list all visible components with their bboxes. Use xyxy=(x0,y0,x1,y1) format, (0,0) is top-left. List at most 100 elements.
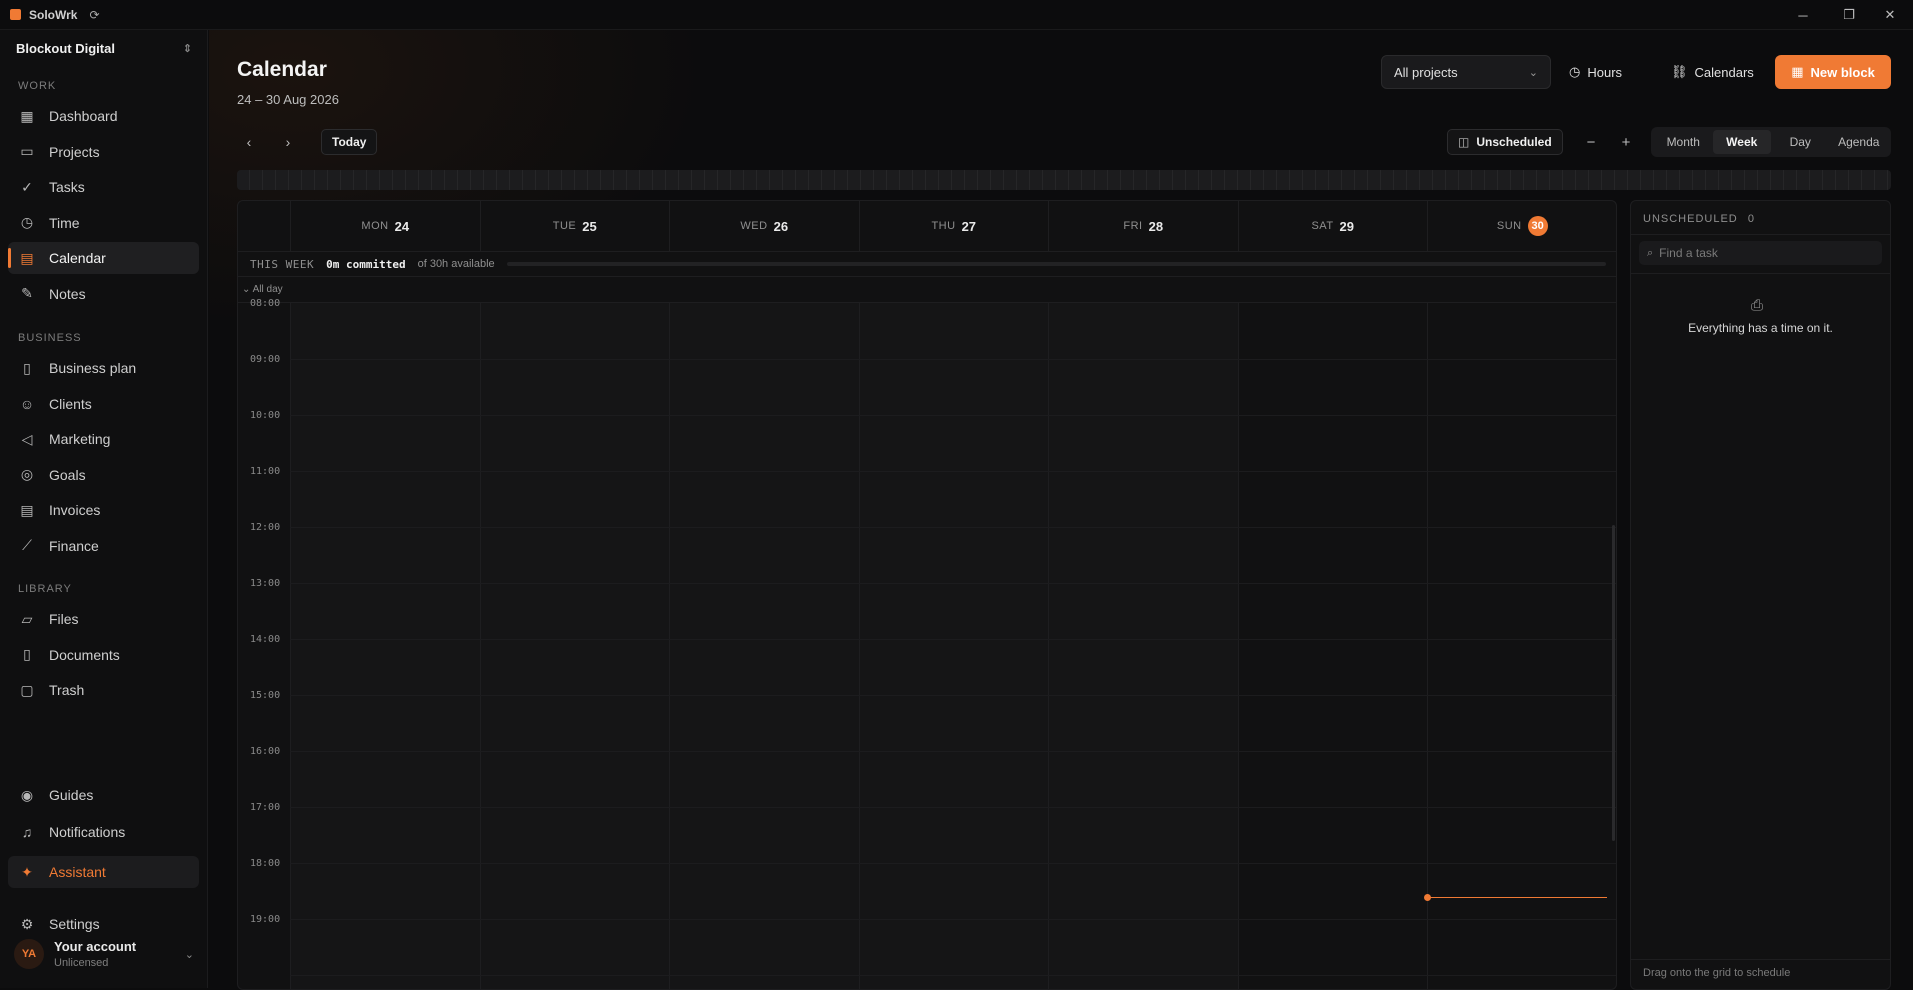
unscheduled-header: UNSCHEDULED 0 xyxy=(1643,213,1755,225)
day-column-fri[interactable] xyxy=(1048,303,1238,989)
sidebar-item-business-plan[interactable]: ▯ Business plan xyxy=(8,352,199,384)
hour-grid[interactable]: 08:00 09:00 10:00 11:00 12:00 13:00 14:00 15:00… xyxy=(238,298,1616,989)
zoom-in-button[interactable]: + xyxy=(1614,130,1638,154)
close-button[interactable]: ✕ xyxy=(1867,0,1913,30)
project-filter-value: All projects xyxy=(1394,64,1458,80)
week-timeline-scrubber[interactable] xyxy=(237,170,1891,190)
sidebar-item-notes[interactable]: ✎ Notes xyxy=(8,278,199,310)
all-day-row[interactable]: ⌄ All day xyxy=(238,277,1616,303)
project-filter-select[interactable]: All projects ⌄ xyxy=(1381,55,1551,89)
sidebar-item-documents[interactable]: ▯ Documents xyxy=(8,639,199,671)
today-button[interactable]: Today xyxy=(321,129,378,155)
app-title: SoloWrk xyxy=(29,7,78,22)
day-date: 28 xyxy=(1148,218,1164,234)
calendars-button[interactable]: ⛓ Calendars xyxy=(1661,55,1764,89)
sidebar-item-guides[interactable]: ◉ Guides xyxy=(8,779,199,811)
hour-label: 16:00 xyxy=(250,746,281,757)
all-day-toggle[interactable]: ⌄ All day xyxy=(242,284,283,295)
page-title: Calendar xyxy=(237,58,327,81)
date-range: 24 – 30 Aug 2026 xyxy=(237,92,339,107)
day-header-tue[interactable]: TUE 25 xyxy=(479,201,670,251)
committed-time: 0m committed xyxy=(326,257,406,271)
sidebar-item-notifications[interactable]: ♫ Notifications xyxy=(8,816,199,848)
hour-label: 19:00 xyxy=(250,914,281,925)
sidebar-item-files[interactable]: ▱ Files xyxy=(8,603,199,635)
view-tab-month[interactable]: Month xyxy=(1654,130,1713,154)
sidebar-item-trash[interactable]: ▢ Trash xyxy=(8,674,199,706)
title-bar: SoloWrk ⟳ ─ ❐ ✕ xyxy=(0,0,1913,30)
day-header-sat[interactable]: SAT 29 xyxy=(1237,201,1428,251)
day-date: 27 xyxy=(961,218,977,234)
book-icon: ▯ xyxy=(23,359,31,376)
sidebar-item-label: Tasks xyxy=(49,179,85,195)
reload-icon[interactable]: ⟳ xyxy=(89,8,99,22)
hour-gridline xyxy=(290,471,1616,472)
day-column-wed[interactable] xyxy=(669,303,859,989)
sidebar-item-label: Goals xyxy=(49,466,86,483)
day-column-thu[interactable] xyxy=(858,303,1048,989)
hour-label: 09:00 xyxy=(250,354,281,365)
day-header-thu[interactable]: THU 27 xyxy=(858,201,1049,251)
day-header-wed[interactable]: WED 26 xyxy=(669,201,859,251)
day-column-mon[interactable] xyxy=(290,303,480,989)
sidebar-item-invoices[interactable]: ▤ Invoices xyxy=(8,494,199,526)
minimize-button[interactable]: ─ xyxy=(1780,0,1826,30)
today-date-badge: 30 xyxy=(1527,216,1548,236)
empty-state-message: Everything has a time on it. xyxy=(1688,321,1833,335)
day-column-tue[interactable] xyxy=(479,303,669,989)
sidebar-item-dashboard[interactable]: ▦ Dashboard xyxy=(8,100,199,132)
calendars-label: Calendars xyxy=(1694,64,1754,80)
grid-scrollbar[interactable] xyxy=(1612,525,1615,841)
sidebar-item-label: Documents xyxy=(49,646,120,663)
day-name: THU xyxy=(931,220,956,232)
bell-icon: ♫ xyxy=(21,824,33,840)
main-content: Calendar 24 – 30 Aug 2026 All projects ⌄… xyxy=(209,30,1913,990)
all-day-label: All day xyxy=(252,284,283,295)
zoom-out-button[interactable]: − xyxy=(1579,130,1603,154)
target-icon: ◎ xyxy=(20,466,34,482)
sidebar-item-clients[interactable]: ☺ Clients xyxy=(8,388,199,420)
workspace-switcher[interactable]: Blockout Digital ⇕ xyxy=(16,41,192,56)
day-column-sun[interactable] xyxy=(1427,303,1616,989)
sidebar-item-time[interactable]: ◷ Time xyxy=(8,207,199,239)
hour-gridline xyxy=(290,751,1616,752)
sidebar-item-label: Guides xyxy=(49,787,94,803)
day-header-fri[interactable]: FRI 28 xyxy=(1048,201,1238,251)
new-block-button[interactable]: ▦ New block xyxy=(1775,55,1891,89)
sidebar-item-assistant[interactable]: ✦ Assistant xyxy=(8,856,199,888)
day-name: SAT xyxy=(1311,220,1334,232)
restore-button[interactable]: ❐ xyxy=(1826,0,1872,30)
sidebar-item-finance[interactable]: ⟋ Finance xyxy=(8,530,199,562)
sidebar-item-label: Projects xyxy=(49,143,100,160)
day-header-mon[interactable]: MON 24 xyxy=(290,201,480,251)
divider xyxy=(1631,234,1890,235)
next-week-button[interactable]: › xyxy=(276,130,300,154)
invoice-icon: ▤ xyxy=(20,501,34,518)
sidebar-item-label: Invoices xyxy=(49,502,101,518)
sidebar-item-tasks[interactable]: ✓ Tasks xyxy=(8,171,199,203)
task-search-input[interactable] xyxy=(1659,246,1860,260)
view-tab-agenda[interactable]: Agenda xyxy=(1830,130,1889,154)
unscheduled-toggle-button[interactable]: ◫ Unscheduled xyxy=(1447,129,1563,155)
sidebar-item-calendar[interactable]: ▤ Calendar xyxy=(8,242,199,274)
sidebar-item-projects[interactable]: ▭ Projects xyxy=(8,136,199,168)
task-search[interactable]: ⌕ xyxy=(1639,241,1882,265)
document-icon: ▯ xyxy=(23,646,31,662)
day-column-sat[interactable] xyxy=(1237,303,1428,989)
view-switcher: Month Week Day Agenda xyxy=(1651,127,1891,157)
sidebar-item-label: Clients xyxy=(49,395,92,412)
sidebar-item-marketing[interactable]: ◁ Marketing xyxy=(8,423,199,455)
sidebar-item-goals[interactable]: ◎ Goals xyxy=(8,459,199,491)
view-tab-day[interactable]: Day xyxy=(1771,130,1830,154)
chevron-left-icon: ‹ xyxy=(246,134,252,150)
day-header-sun[interactable]: SUN 30 xyxy=(1427,201,1616,251)
sidebar-item-label: Notes xyxy=(49,285,86,302)
sidebar-item-label: Files xyxy=(49,611,79,627)
account-menu[interactable]: YA Your account Unlicensed ⌄ xyxy=(14,934,194,974)
available-time: of 30h available xyxy=(417,258,495,270)
section-business: BUSINESS xyxy=(18,332,82,344)
view-tab-week[interactable]: Week xyxy=(1712,130,1771,154)
hours-button[interactable]: ◷ Hours xyxy=(1559,55,1632,89)
hour-label: 13:00 xyxy=(250,578,281,589)
prev-week-button[interactable]: ‹ xyxy=(237,130,261,154)
